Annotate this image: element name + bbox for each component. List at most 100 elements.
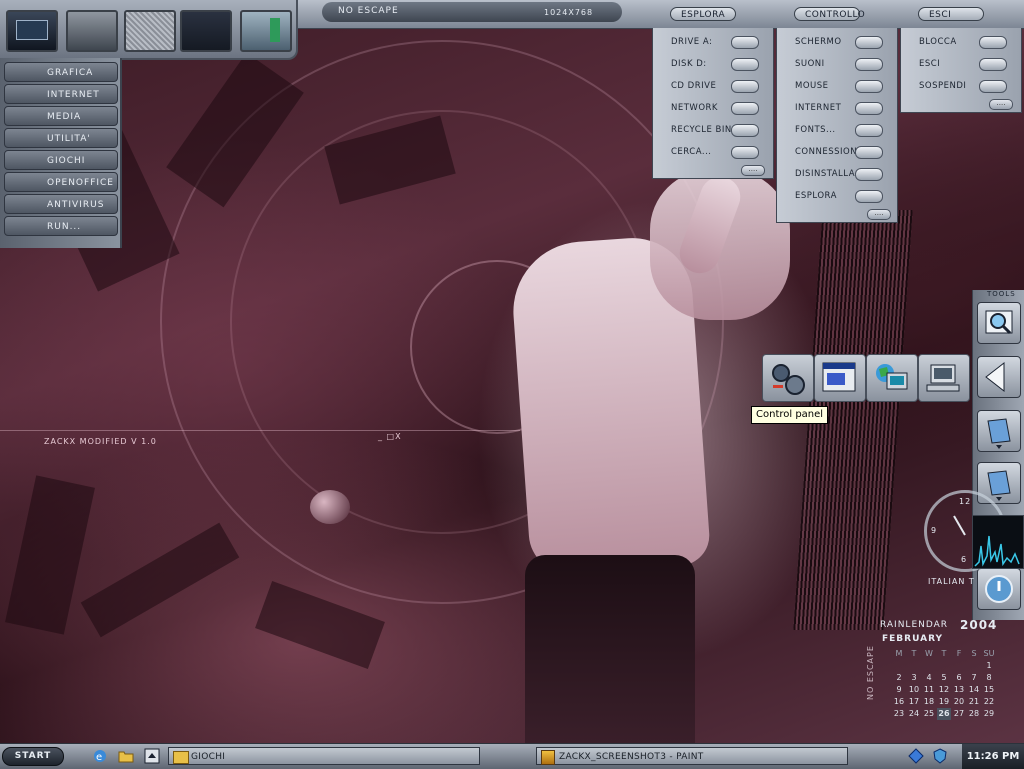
search-magnifier-icon[interactable] bbox=[977, 302, 1021, 344]
launcher-media[interactable]: MEDIA bbox=[4, 106, 118, 126]
pill-button-icon bbox=[855, 80, 883, 93]
calendar-day[interactable]: 17 bbox=[907, 696, 921, 708]
calendar-day[interactable]: 11 bbox=[922, 684, 936, 696]
esplora-item-recycle-bin[interactable]: RECYCLE BIN bbox=[659, 120, 767, 140]
controllo-item-esplora[interactable]: ESPLORA bbox=[783, 186, 891, 206]
esplora-item-drive-a[interactable]: DRIVE A: bbox=[659, 32, 767, 52]
calendar-day[interactable]: 15 bbox=[982, 684, 996, 696]
menu-controllo[interactable]: CONTROLLO bbox=[794, 7, 865, 21]
calendar-day[interactable]: 20 bbox=[952, 696, 966, 708]
menu-item-label: SUONI bbox=[795, 59, 825, 69]
calendar-day[interactable]: 13 bbox=[952, 684, 966, 696]
controllo-item-schermo[interactable]: SCHERMO bbox=[783, 32, 891, 52]
start-button[interactable]: START bbox=[2, 747, 64, 766]
calendar-day[interactable]: 24 bbox=[907, 708, 921, 720]
my-computer-icon[interactable] bbox=[918, 354, 970, 402]
weekday-label: SU bbox=[983, 649, 995, 658]
shield-tray-icon[interactable] bbox=[932, 748, 948, 764]
ie-icon[interactable]: e bbox=[92, 748, 108, 764]
calendar-day[interactable]: 9 bbox=[892, 684, 906, 696]
task-paint[interactable]: ZACKX_SCREENSHOT3 - PAINT bbox=[536, 747, 848, 765]
weekday-label: T bbox=[941, 649, 947, 658]
calendar-day[interactable]: 5 bbox=[937, 672, 951, 684]
launcher-internet[interactable]: INTERNET bbox=[4, 84, 118, 104]
calendar-day[interactable]: 4 bbox=[922, 672, 936, 684]
menu-esci[interactable]: ESCI bbox=[918, 7, 984, 21]
controllo-more-button[interactable]: .... bbox=[867, 209, 891, 220]
controllo-item-internet[interactable]: INTERNET bbox=[783, 98, 891, 118]
pill-button-icon bbox=[731, 124, 759, 137]
esplora-more-button[interactable]: .... bbox=[741, 165, 765, 176]
calendar-day[interactable]: 12 bbox=[937, 684, 951, 696]
calendar-day[interactable]: 8 bbox=[982, 672, 996, 684]
calendar-day[interactable]: 21 bbox=[967, 696, 981, 708]
task-giochi[interactable]: GIOCHI bbox=[168, 747, 480, 765]
pill-button-icon bbox=[855, 190, 883, 203]
esci-more-button[interactable]: .... bbox=[989, 99, 1013, 110]
network-tray-icon[interactable] bbox=[908, 748, 924, 764]
pill-button-icon bbox=[855, 58, 883, 71]
thumb-blank-icon[interactable] bbox=[180, 10, 232, 52]
launcher-panel: GRAFICA INTERNET MEDIA UTILITA' GIOCHI O… bbox=[0, 58, 122, 248]
calendar-day[interactable]: 2 bbox=[892, 672, 906, 684]
calendar-day[interactable]: 18 bbox=[922, 696, 936, 708]
thumb-panel-icon[interactable] bbox=[240, 10, 292, 52]
internet-monitor-icon[interactable] bbox=[866, 354, 918, 402]
calendar-day[interactable]: 7 bbox=[967, 672, 981, 684]
esci-item-esci[interactable]: ESCI bbox=[907, 54, 1015, 74]
controllo-item-mouse[interactable]: MOUSE bbox=[783, 76, 891, 96]
folder-icon[interactable] bbox=[977, 410, 1021, 452]
calendar-month: FEBRUARY bbox=[882, 634, 944, 644]
launcher-grafica[interactable]: GRAFICA bbox=[4, 62, 118, 82]
menu-item-label: SOSPENDI bbox=[919, 81, 967, 91]
esplora-item-network[interactable]: NETWORK bbox=[659, 98, 767, 118]
thumb-logo-icon[interactable] bbox=[66, 10, 118, 52]
back-arrow-icon[interactable] bbox=[977, 356, 1021, 398]
launcher-openoffice[interactable]: OPENOFFICE bbox=[4, 172, 118, 192]
esplora-item-cd-drive[interactable]: CD DRIVE bbox=[659, 76, 767, 96]
tools-label: TOOLS bbox=[987, 290, 1016, 298]
menu-esplora[interactable]: ESPLORA bbox=[670, 7, 736, 21]
esci-item-blocca[interactable]: BLOCCA bbox=[907, 32, 1015, 52]
power-icon[interactable] bbox=[977, 568, 1021, 610]
calendar-day[interactable]: 22 bbox=[982, 696, 996, 708]
pill-button-icon bbox=[855, 102, 883, 115]
calendar-day[interactable]: 19 bbox=[937, 696, 951, 708]
controllo-item-connessioni[interactable]: CONNESSIONI bbox=[783, 142, 891, 162]
controllo-item-fonts[interactable]: FONTS... bbox=[783, 120, 891, 140]
weekday-label: T bbox=[911, 649, 917, 658]
esplora-item-cerca[interactable]: CERCA... bbox=[659, 142, 767, 162]
calendar-day[interactable]: 28 bbox=[967, 708, 981, 720]
calendar-day[interactable]: 16 bbox=[892, 696, 906, 708]
show-desktop-icon[interactable] bbox=[144, 748, 160, 764]
control-panel-icon[interactable] bbox=[762, 354, 814, 402]
controllo-item-disinstalla[interactable]: DISINSTALLA bbox=[783, 164, 891, 184]
esci-item-sospendi[interactable]: SOSPENDI bbox=[907, 76, 1015, 96]
launcher-run[interactable]: RUN... bbox=[4, 216, 118, 236]
calendar-day[interactable]: 10 bbox=[907, 684, 921, 696]
display-settings-icon[interactable] bbox=[814, 354, 866, 402]
pill-button-icon bbox=[855, 146, 883, 159]
calendar-day[interactable]: 1 bbox=[982, 660, 996, 672]
controllo-item-suoni[interactable]: SUONI bbox=[783, 54, 891, 74]
calendar-day[interactable]: 23 bbox=[892, 708, 906, 720]
folder-icon[interactable] bbox=[118, 748, 134, 764]
taskbar-clock[interactable]: 11:26 PM bbox=[962, 744, 1024, 769]
clock-hand bbox=[953, 515, 966, 536]
calendar-day[interactable]: 3 bbox=[907, 672, 921, 684]
calendar-day[interactable]: 27 bbox=[952, 708, 966, 720]
thumb-monitor-icon[interactable] bbox=[6, 10, 58, 52]
thumb-static-icon[interactable] bbox=[124, 10, 176, 52]
launcher-utilita[interactable]: UTILITA' bbox=[4, 128, 118, 148]
launcher-antivirus[interactable]: ANTIVIRUS bbox=[4, 194, 118, 214]
pill-button-icon bbox=[855, 36, 883, 49]
calendar-day[interactable]: 25 bbox=[922, 708, 936, 720]
calendar-day[interactable]: 6 bbox=[952, 672, 966, 684]
calendar-day[interactable]: 29 bbox=[982, 708, 996, 720]
clock-9-label: 9 bbox=[931, 526, 938, 535]
calendar-today[interactable]: 26 bbox=[937, 708, 951, 720]
pill-button-icon bbox=[979, 80, 1007, 93]
esplora-item-disk-d[interactable]: DISK D: bbox=[659, 54, 767, 74]
calendar-day[interactable]: 14 bbox=[967, 684, 981, 696]
launcher-giochi[interactable]: GIOCHI bbox=[4, 150, 118, 170]
